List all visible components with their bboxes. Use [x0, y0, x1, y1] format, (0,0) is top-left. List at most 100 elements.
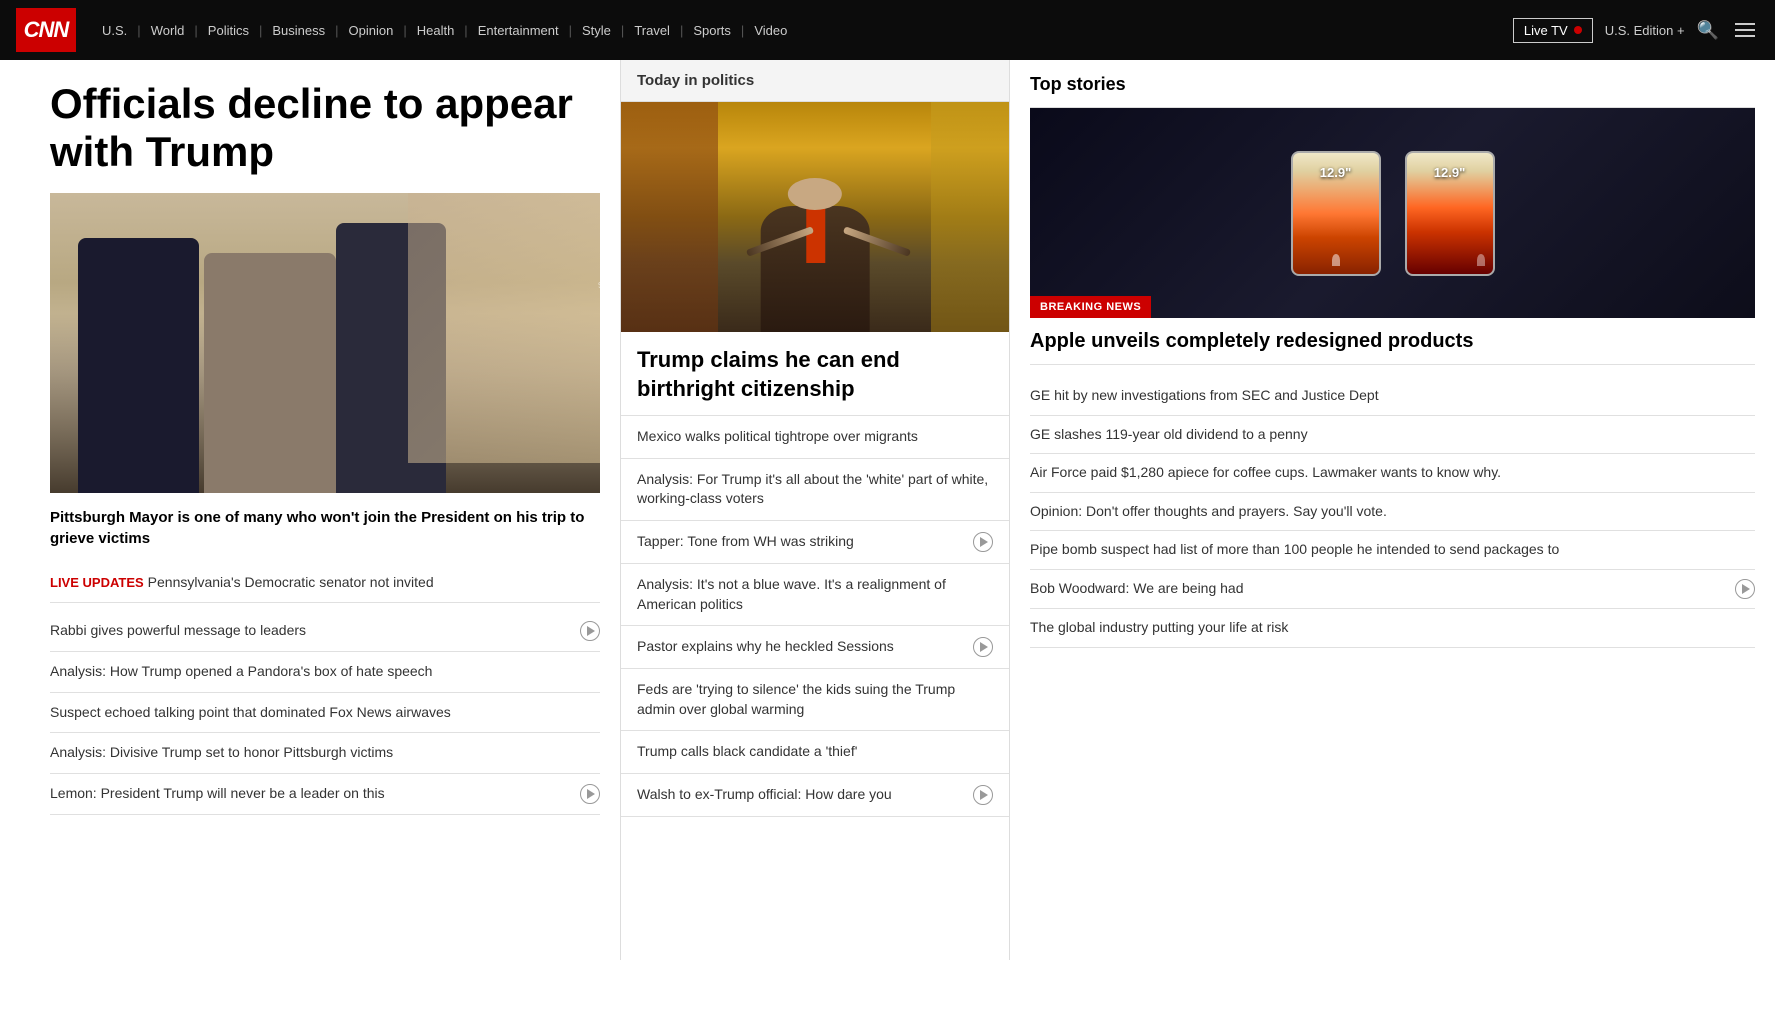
mid-video-icon-7 — [973, 785, 993, 805]
nav-item-travel[interactable]: Travel — [624, 23, 680, 38]
ipad-right-label: 12.9" — [1434, 165, 1465, 180]
menu-line-3 — [1735, 35, 1755, 37]
nav-item-world[interactable]: World — [141, 23, 195, 38]
nav-item-style[interactable]: Style — [572, 23, 621, 38]
main-hero-image: BRENDAN SMIALOWSKI/AFP/GETTY IMAGES — [50, 193, 600, 493]
search-icon[interactable]: 🔍 — [1697, 20, 1719, 41]
menu-line-2 — [1735, 29, 1755, 31]
right-story-text-0: GE hit by new investigations from SEC an… — [1030, 386, 1755, 406]
left-story-0[interactable]: Rabbi gives powerful message to leaders — [50, 611, 600, 652]
left-story-text-3: Analysis: Divisive Trump set to honor Pi… — [50, 743, 600, 763]
left-story-1[interactable]: Analysis: How Trump opened a Pandora's b… — [50, 652, 600, 693]
ipad-right: 12.9" — [1405, 151, 1495, 276]
header: CNN U.S. | World | Politics | Business |… — [0, 0, 1775, 60]
live-dot-icon — [1574, 26, 1582, 34]
left-story-text-1: Analysis: How Trump opened a Pandora's b… — [50, 662, 600, 682]
nav-item-health[interactable]: Health — [407, 23, 465, 38]
right-story-text-5: Bob Woodward: We are being had — [1030, 579, 1729, 599]
left-story-list: Rabbi gives powerful message to leaders … — [50, 611, 600, 815]
mid-video-icon-4 — [973, 637, 993, 657]
nav-item-business[interactable]: Business — [262, 23, 335, 38]
live-tv-button[interactable]: Live TV — [1513, 18, 1593, 43]
left-story-text-2: Suspect echoed talking point that domina… — [50, 703, 600, 723]
ipad-left-label: 12.9" — [1320, 165, 1351, 180]
cnn-logo[interactable]: CNN — [16, 8, 76, 52]
right-story-text-4: Pipe bomb suspect had list of more than … — [1030, 540, 1755, 560]
nav-item-entertainment[interactable]: Entertainment — [468, 23, 569, 38]
right-video-icon-5 — [1735, 579, 1755, 599]
mid-story-2[interactable]: Tapper: Tone from WH was striking — [621, 521, 1009, 564]
nav-item-us[interactable]: U.S. — [92, 23, 137, 38]
right-story-4[interactable]: Pipe bomb suspect had list of more than … — [1030, 531, 1755, 570]
right-story-text-3: Opinion: Don't offer thoughts and prayer… — [1030, 502, 1755, 522]
right-story-1[interactable]: GE slashes 119-year old dividend to a pe… — [1030, 416, 1755, 455]
right-story-6[interactable]: The global industry putting your life at… — [1030, 609, 1755, 648]
right-story-5[interactable]: Bob Woodward: We are being had — [1030, 570, 1755, 609]
right-main-headline[interactable]: Apple unveils completely redesigned prod… — [1030, 328, 1755, 365]
right-story-text-6: The global industry putting your life at… — [1030, 618, 1755, 638]
nav-item-sports[interactable]: Sports — [683, 23, 741, 38]
mid-story-text-7: Walsh to ex-Trump official: How dare you — [637, 785, 967, 805]
left-curtain — [621, 102, 718, 332]
image-bg-pattern — [408, 193, 601, 463]
mid-story-text-2: Tapper: Tone from WH was striking — [637, 532, 967, 552]
header-right: Live TV U.S. Edition + 🔍 — [1513, 18, 1759, 43]
nav-item-opinion[interactable]: Opinion — [339, 23, 404, 38]
left-story-4[interactable]: Lemon: President Trump will never be a l… — [50, 774, 600, 815]
menu-line-1 — [1735, 23, 1755, 25]
right-element — [931, 102, 1009, 332]
right-story-text-1: GE slashes 119-year old dividend to a pe… — [1030, 425, 1755, 445]
left-story-3[interactable]: Analysis: Divisive Trump set to honor Pi… — [50, 733, 600, 774]
mid-video-icon-2 — [973, 532, 993, 552]
right-story-2[interactable]: Air Force paid $1,280 apiece for coffee … — [1030, 454, 1755, 493]
mid-story-text-6: Trump calls black candidate a 'thief' — [637, 742, 993, 762]
nav-item-video[interactable]: Video — [744, 23, 797, 38]
hamburger-menu-icon[interactable] — [1731, 19, 1759, 41]
politics-hero-image — [621, 102, 1009, 332]
sub-headline[interactable]: Pittsburgh Mayor is one of many who won'… — [50, 507, 600, 549]
mid-main-headline[interactable]: Trump claims he can end birthright citiz… — [621, 332, 1009, 416]
left-story-text-0: Rabbi gives powerful message to leaders — [50, 621, 574, 641]
mid-story-0[interactable]: Mexico walks political tightrope over mi… — [621, 416, 1009, 459]
mid-story-6[interactable]: Trump calls black candidate a 'thief' — [621, 731, 1009, 774]
politics-section-header: Today in politics — [621, 60, 1009, 102]
mid-story-3[interactable]: Analysis: It's not a blue wave. It's a r… — [621, 564, 1009, 626]
right-story-3[interactable]: Opinion: Don't offer thoughts and prayer… — [1030, 493, 1755, 532]
live-updates-text: Pennsylvania's Democratic senator not in… — [148, 574, 434, 590]
nav-item-politics[interactable]: Politics — [198, 23, 259, 38]
middle-column: Today in politics Trump claims he can en… — [620, 60, 1010, 960]
main-headline[interactable]: Officials decline to appear with Trump — [50, 80, 600, 177]
photo-credit: BRENDAN SMIALOWSKI/AFP/GETTY IMAGES — [598, 280, 600, 289]
live-updates-story[interactable]: LIVE UPDATES Pennsylvania's Democratic se… — [50, 563, 600, 604]
mid-story-text-3: Analysis: It's not a blue wave. It's a r… — [637, 575, 993, 614]
figure-1 — [78, 238, 199, 493]
left-story-text-4: Lemon: President Trump will never be a l… — [50, 784, 574, 804]
right-story-text-2: Air Force paid $1,280 apiece for coffee … — [1030, 463, 1755, 483]
mid-story-text-5: Feds are 'trying to silence' the kids su… — [637, 680, 993, 719]
breaking-news-badge: BREAKING NEWS — [1030, 296, 1151, 318]
trump-scene — [621, 102, 1009, 332]
left-column: Officials decline to appear with Trump B… — [0, 60, 620, 960]
mid-story-7[interactable]: Walsh to ex-Trump official: How dare you — [621, 774, 1009, 817]
mid-story-text-1: Analysis: For Trump it's all about the '… — [637, 470, 993, 509]
top-stories-header: Top stories — [1030, 60, 1755, 108]
main-content: Officials decline to appear with Trump B… — [0, 60, 1775, 960]
figure-2 — [204, 253, 336, 493]
mid-story-4[interactable]: Pastor explains why he heckled Sessions — [621, 626, 1009, 669]
mid-story-1[interactable]: Analysis: For Trump it's all about the '… — [621, 459, 1009, 521]
live-updates-badge[interactable]: LIVE UPDATES — [50, 575, 144, 590]
apple-event-image: 12.9" 12.9" — [1030, 108, 1755, 318]
hero-scene — [50, 193, 600, 493]
video-icon-0 — [580, 621, 600, 641]
right-story-0[interactable]: GE hit by new investigations from SEC an… — [1030, 377, 1755, 416]
nav-links: U.S. | World | Politics | Business | Opi… — [92, 23, 1513, 38]
video-icon-4 — [580, 784, 600, 804]
ipad-left-figure — [1332, 254, 1340, 266]
mid-story-text-4: Pastor explains why he heckled Sessions — [637, 637, 967, 657]
edition-selector[interactable]: U.S. Edition + — [1605, 23, 1685, 38]
ipad-right-figure — [1477, 254, 1485, 266]
left-story-2[interactable]: Suspect echoed talking point that domina… — [50, 693, 600, 734]
mid-story-5[interactable]: Feds are 'trying to silence' the kids su… — [621, 669, 1009, 731]
apple-breaking-image[interactable]: 12.9" 12.9" BREAKING NEWS — [1030, 108, 1755, 318]
mid-story-text-0: Mexico walks political tightrope over mi… — [637, 427, 993, 447]
